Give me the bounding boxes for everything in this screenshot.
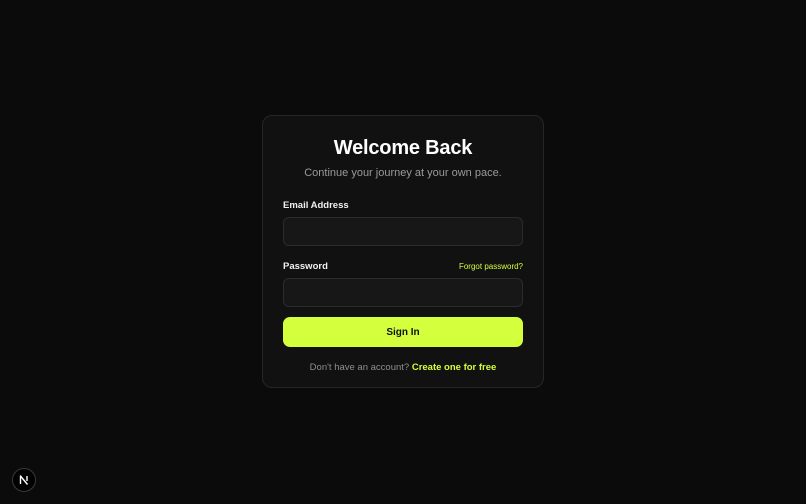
nextjs-logo-icon[interactable] bbox=[12, 468, 36, 492]
page-subtitle: Continue your journey at your own pace. bbox=[304, 167, 502, 179]
page-title: Welcome Back bbox=[333, 137, 473, 159]
email-group: Email Address bbox=[283, 198, 523, 246]
email-label-row: Email Address bbox=[283, 198, 523, 212]
password-input[interactable] bbox=[283, 278, 523, 307]
page: Welcome Back Continue your journey at yo… bbox=[0, 0, 806, 504]
signup-row: Don't have an account? Create one for fr… bbox=[283, 362, 523, 373]
password-group: Password Forgot password? bbox=[283, 259, 523, 307]
login-card: Welcome Back Continue your journey at yo… bbox=[262, 115, 544, 388]
password-label: Password bbox=[283, 260, 328, 272]
password-label-row: Password Forgot password? bbox=[283, 259, 523, 273]
sign-in-button[interactable]: Sign In bbox=[283, 317, 523, 347]
email-input[interactable] bbox=[283, 217, 523, 246]
create-account-link[interactable]: Create one for free bbox=[412, 362, 496, 373]
email-label: Email Address bbox=[283, 199, 349, 211]
nextjs-n-glyph bbox=[19, 475, 29, 485]
signup-prompt: Don't have an account? bbox=[309, 362, 410, 373]
forgot-password-link[interactable]: Forgot password? bbox=[459, 262, 523, 271]
